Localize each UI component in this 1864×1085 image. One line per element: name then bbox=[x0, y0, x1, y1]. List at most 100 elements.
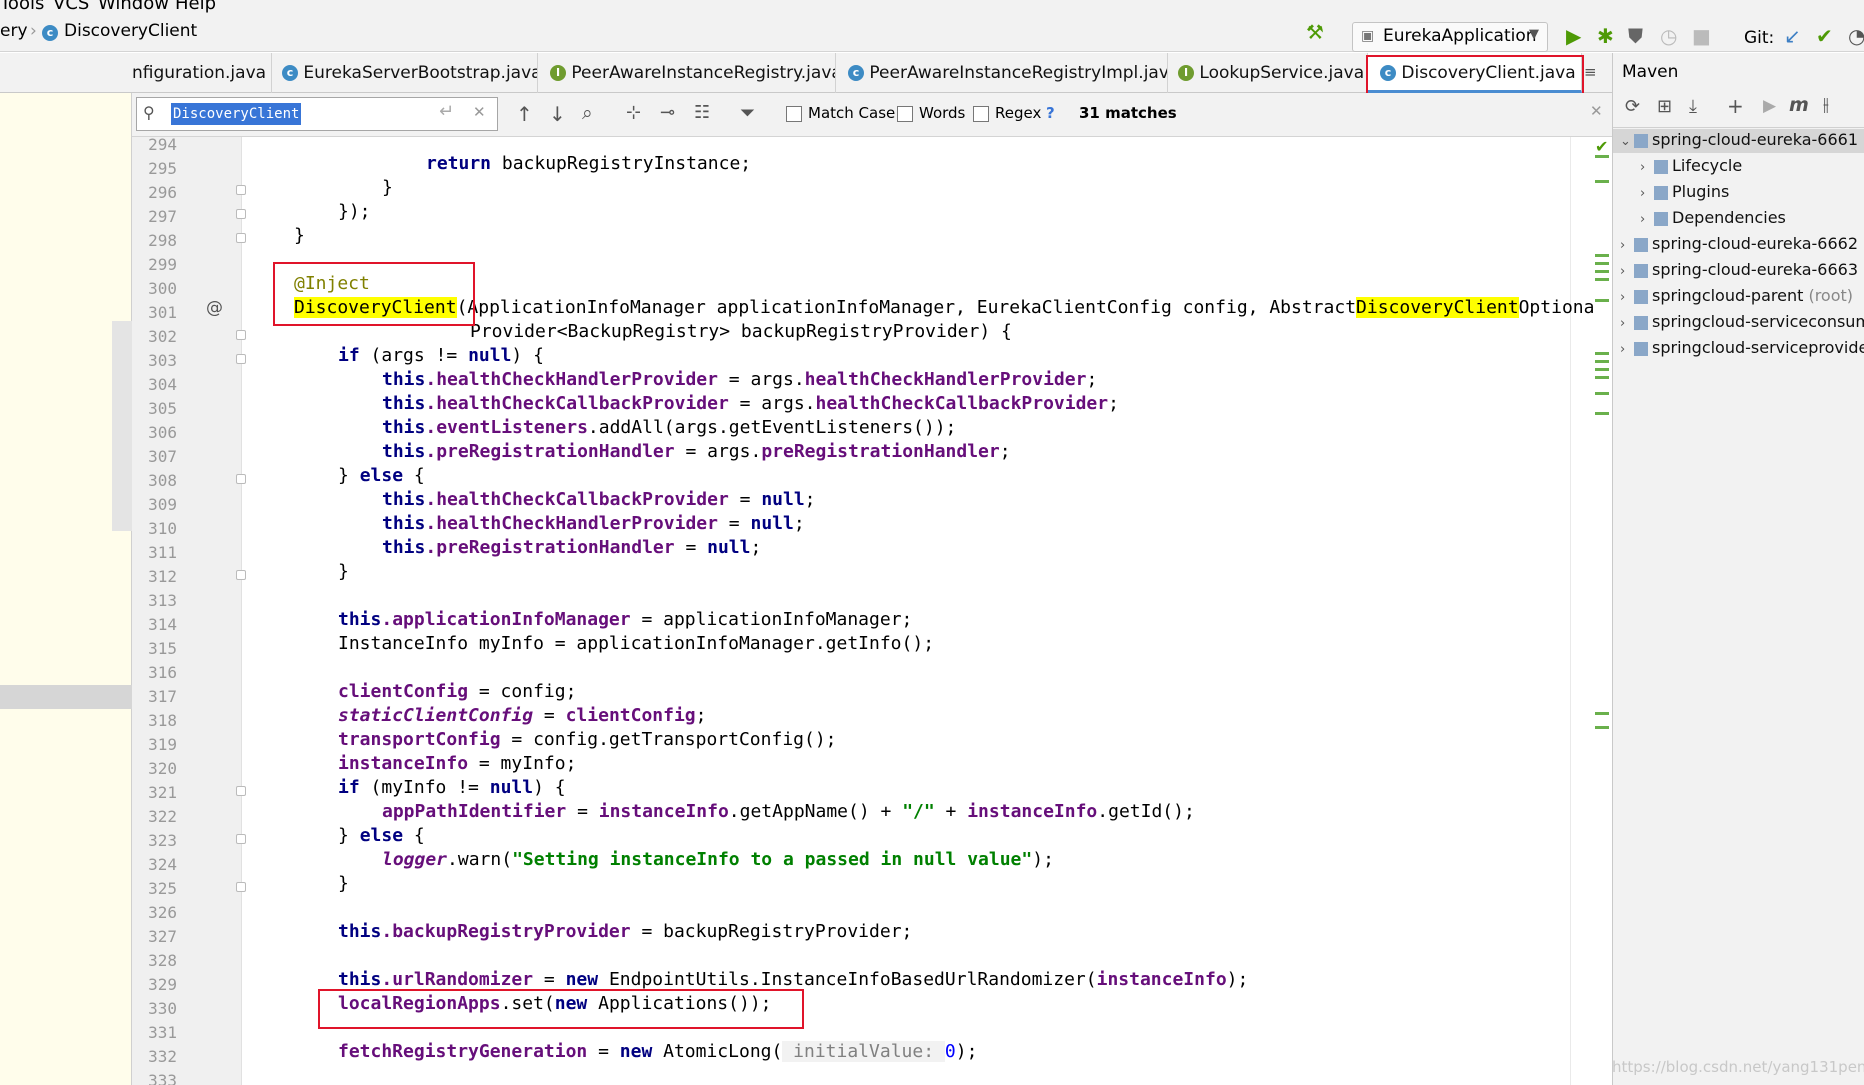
code-line-311: this.preRegistrationHandler = null; bbox=[382, 537, 762, 558]
maven-icon[interactable]: m bbox=[1789, 94, 1809, 116]
line-number: 318 bbox=[148, 711, 177, 730]
tab-configuration[interactable]: nfiguration.java✕ bbox=[132, 53, 272, 93]
newline-icon[interactable]: ↵ bbox=[439, 101, 454, 122]
chevron-right-icon[interactable]: › bbox=[1620, 316, 1634, 331]
fold-marker[interactable] bbox=[236, 209, 246, 219]
match-case-checkbox[interactable] bbox=[786, 106, 802, 122]
chevron-right-icon[interactable]: › bbox=[1620, 290, 1634, 305]
line-number: 308 bbox=[148, 471, 177, 490]
coverage-icon[interactable]: ⛊ bbox=[1628, 26, 1643, 46]
close-search-icon[interactable]: ✕ bbox=[1590, 102, 1603, 120]
code-line-298: } bbox=[294, 225, 305, 246]
fold-marker[interactable] bbox=[236, 330, 246, 340]
fold-marker[interactable] bbox=[236, 882, 246, 892]
tab-lookup-service[interactable]: I LookupService.java✕ bbox=[1168, 53, 1368, 93]
previous-occurrence-icon[interactable]: ↑ bbox=[516, 102, 533, 126]
fold-marker[interactable] bbox=[236, 185, 246, 195]
search-selection: DiscoveryClient bbox=[171, 103, 302, 125]
find-all-icon[interactable]: ⌕ bbox=[582, 102, 593, 124]
profile-icon[interactable]: ◷ bbox=[1660, 26, 1677, 46]
import-folder-icon[interactable]: ⊞ bbox=[1657, 96, 1672, 117]
run-config-select[interactable]: ▣ EurekaApplication ▼ bbox=[1352, 22, 1548, 52]
run-icon[interactable]: ▶ bbox=[1763, 96, 1776, 116]
search-icon[interactable]: ⚲ bbox=[143, 103, 155, 122]
fold-marker[interactable] bbox=[236, 834, 246, 844]
code-line-317: clientConfig = config; bbox=[338, 681, 577, 702]
menu-window[interactable]: Window bbox=[98, 0, 169, 14]
chevron-right-icon[interactable]: › bbox=[1640, 160, 1654, 175]
maven-item-serviceconsumer[interactable]: › springcloud-serviceconsum bbox=[1620, 312, 1864, 331]
regex-help-link[interactable]: ? bbox=[1046, 104, 1055, 122]
chevron-right-icon[interactable]: › bbox=[1620, 238, 1634, 253]
fold-marker[interactable] bbox=[236, 570, 246, 580]
code-line-323: } else { bbox=[338, 825, 425, 846]
download-icon[interactable]: ⤓ bbox=[1689, 96, 1697, 117]
skip-tests-icon[interactable]: ⫲ bbox=[1823, 94, 1829, 115]
chevron-right-icon[interactable]: › bbox=[1640, 212, 1654, 227]
fold-marker[interactable] bbox=[236, 474, 246, 484]
selected-row[interactable] bbox=[0, 685, 132, 709]
maven-item-serviceprovider[interactable]: › springcloud-serviceprovide bbox=[1620, 338, 1864, 357]
stripe-mark bbox=[1595, 368, 1609, 371]
regex-label: Regex bbox=[995, 104, 1042, 122]
git-commit-icon[interactable]: ✔ bbox=[1816, 26, 1833, 46]
search-field[interactable]: ⚲ DiscoveryClient ↵ ✕ bbox=[136, 97, 498, 131]
add-selection-icon[interactable]: ⊹ bbox=[626, 102, 641, 123]
tab-overflow-icon[interactable]: ≡ bbox=[1584, 63, 1597, 81]
fold-marker[interactable] bbox=[236, 786, 246, 796]
tab-peer-aware-instance-registry-impl[interactable]: c PeerAwareInstanceRegistryImpl.java✕ bbox=[836, 53, 1168, 93]
menu-tools[interactable]: Tools bbox=[0, 0, 44, 14]
words-checkbox[interactable] bbox=[897, 106, 913, 122]
line-number: 305 bbox=[148, 399, 177, 418]
chevron-right-icon[interactable]: › bbox=[1640, 186, 1654, 201]
breadcrumb-prev[interactable]: ery bbox=[0, 21, 28, 41]
run-icon[interactable]: ▶ bbox=[1566, 26, 1581, 46]
stripe-mark bbox=[1595, 376, 1609, 379]
git-update-icon[interactable]: ↙ bbox=[1784, 26, 1801, 46]
menu-help[interactable]: Help bbox=[175, 0, 216, 14]
chevron-right-icon[interactable]: › bbox=[1620, 264, 1634, 279]
maven-item-parent[interactable]: › springcloud-parent (root) bbox=[1620, 286, 1853, 305]
chevron-right-icon[interactable]: › bbox=[1620, 342, 1634, 357]
add-icon[interactable]: + bbox=[1727, 94, 1744, 118]
maven-item-lifecycle[interactable]: › Lifecycle bbox=[1640, 156, 1742, 175]
match-count: 31 matches bbox=[1079, 104, 1177, 122]
fold-marker[interactable] bbox=[236, 354, 246, 364]
next-occurrence-icon[interactable]: ↓ bbox=[549, 102, 566, 126]
line-number: 330 bbox=[148, 999, 177, 1018]
debug-icon[interactable]: ✱ bbox=[1597, 26, 1614, 46]
stop-icon[interactable]: ■ bbox=[1692, 26, 1711, 46]
code-line-312: } bbox=[338, 561, 349, 582]
maven-item-6662[interactable]: › spring-cloud-eureka-6662 bbox=[1620, 234, 1858, 253]
line-number: 328 bbox=[148, 951, 177, 970]
maven-item-6663[interactable]: › spring-cloud-eureka-6663 bbox=[1620, 260, 1858, 279]
git-history-icon[interactable]: ◔ bbox=[1848, 26, 1864, 46]
breadcrumb-current[interactable]: DiscoveryClient bbox=[64, 21, 197, 41]
menu-vcs[interactable]: VCS bbox=[53, 0, 89, 14]
override-marker-icon[interactable]: @ bbox=[206, 298, 223, 318]
maven-item-6661[interactable]: ⌄ spring-cloud-eureka-6661 bbox=[1620, 130, 1858, 149]
stripe-mark bbox=[1595, 392, 1609, 395]
tab-peer-aware-instance-registry[interactable]: I PeerAwareInstanceRegistry.java✕ bbox=[538, 53, 836, 93]
regex-checkbox[interactable] bbox=[973, 106, 989, 122]
fold-marker[interactable] bbox=[236, 233, 246, 243]
select-all-icon[interactable]: ☷ bbox=[694, 102, 710, 123]
tab-eureka-server-bootstrap[interactable]: c EurekaServerBootstrap.java✕ bbox=[272, 53, 538, 93]
maven-item-dependencies[interactable]: › Dependencies bbox=[1640, 208, 1786, 227]
code-line-297: }); bbox=[338, 201, 371, 222]
stripe-mark bbox=[1595, 299, 1609, 302]
no-problems-icon: ✔ bbox=[1595, 137, 1609, 156]
chevron-down-icon[interactable]: ⌄ bbox=[1620, 134, 1634, 149]
refresh-icon[interactable]: ⟳ bbox=[1625, 96, 1640, 117]
line-number: 316 bbox=[148, 663, 177, 682]
line-number: 307 bbox=[148, 447, 177, 466]
remove-selection-icon[interactable]: ⊸ bbox=[660, 102, 675, 123]
code-line-296: } bbox=[382, 177, 393, 198]
code-line-308: } else { bbox=[338, 465, 425, 486]
line-number: 311 bbox=[148, 543, 177, 562]
filter-icon[interactable]: ⏷ bbox=[740, 102, 755, 124]
clear-icon[interactable]: ✕ bbox=[473, 103, 486, 121]
line-number: 320 bbox=[148, 759, 177, 778]
build-hammer-icon[interactable]: ⚒ bbox=[1306, 22, 1324, 42]
maven-item-plugins[interactable]: › Plugins bbox=[1640, 182, 1729, 201]
